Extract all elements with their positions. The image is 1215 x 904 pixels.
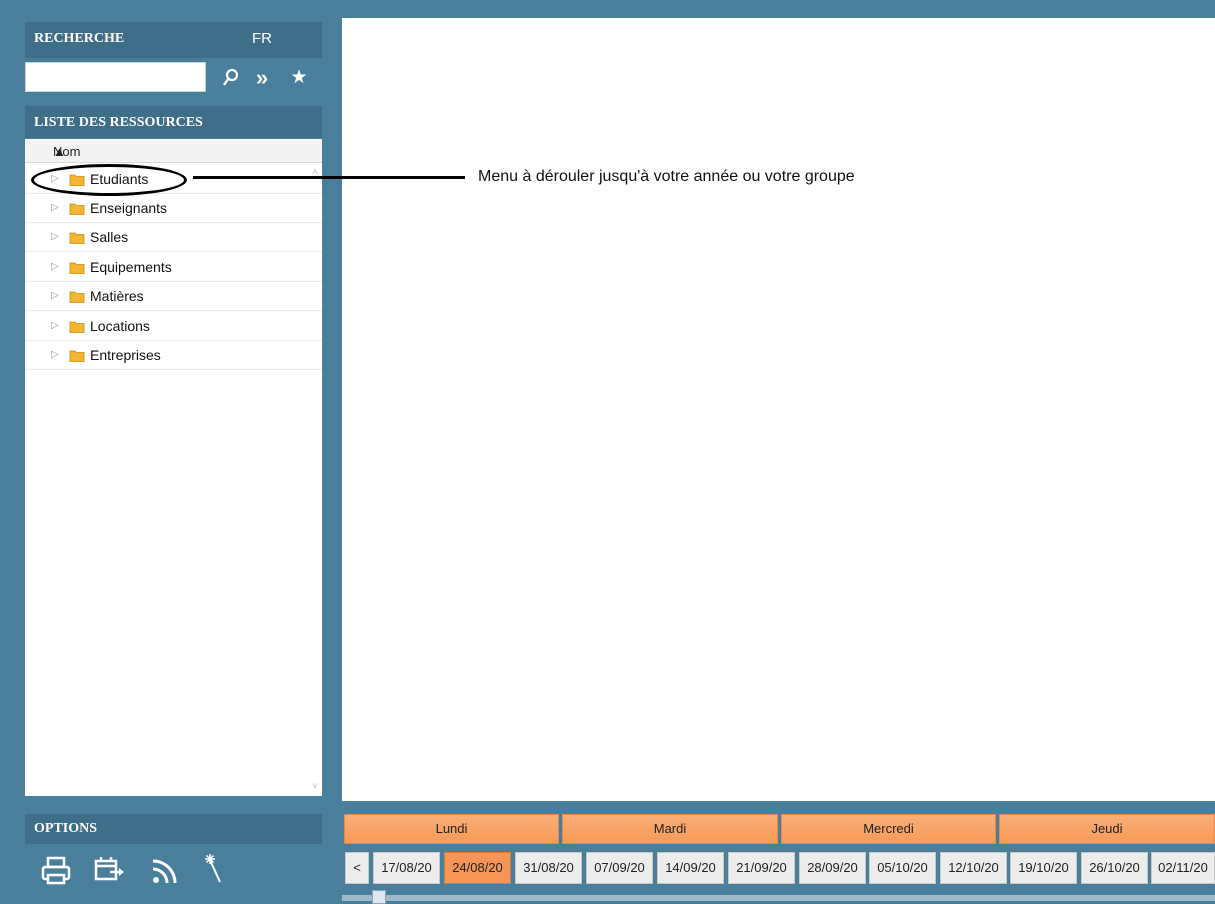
- week-button[interactable]: 21/09/20: [728, 852, 795, 884]
- callout-arrow-line: [193, 176, 465, 179]
- tree-item-label: Matières: [90, 288, 144, 304]
- resource-list-panel: Nom ▲ ˄ ˅ ▷ Etudiants ▷ Enseignants ▷ Sa…: [25, 139, 322, 796]
- sort-ascending-icon: ▲: [53, 144, 66, 159]
- language-selector[interactable]: FR: [252, 24, 272, 54]
- week-button-selected[interactable]: 24/08/20: [444, 852, 511, 884]
- tree-item-entreprises[interactable]: ▷ Entreprises: [25, 341, 322, 370]
- search-title: RECHERCHE: [34, 31, 125, 46]
- folder-icon: [69, 232, 85, 244]
- tree-item-equipements[interactable]: ▷ Equipements: [25, 253, 322, 282]
- week-scrollbar-thumb[interactable]: [372, 890, 386, 904]
- advanced-search-button[interactable]: »: [248, 62, 276, 94]
- tree-item-label: Enseignants: [90, 200, 168, 216]
- folder-icon: [69, 291, 85, 303]
- tree-item-locations[interactable]: ▷ Locations: [25, 312, 322, 341]
- tree-item-label: Locations: [90, 318, 150, 334]
- tree-item-label: Salles: [90, 229, 129, 245]
- folder-icon: [69, 262, 85, 274]
- expand-triangle-icon[interactable]: ▷: [51, 261, 59, 272]
- day-header-mercredi[interactable]: Mercredi: [781, 814, 996, 844]
- week-button[interactable]: 02/11/20: [1151, 852, 1215, 884]
- week-scrollbar-track[interactable]: [342, 895, 1215, 901]
- search-input[interactable]: [25, 62, 206, 92]
- export-calendar-icon[interactable]: [92, 852, 132, 892]
- scroll-down-icon[interactable]: ˅: [312, 781, 318, 792]
- highlight-ellipse: [31, 164, 187, 196]
- week-button[interactable]: 31/08/20: [515, 852, 582, 884]
- options-section-title: OPTIONS: [25, 814, 322, 844]
- expand-triangle-icon[interactable]: ▷: [51, 231, 59, 242]
- tree-item-matieres[interactable]: ▷ Matières: [25, 282, 322, 311]
- week-button[interactable]: 28/09/20: [799, 852, 866, 884]
- day-header-jeudi[interactable]: Jeudi: [999, 814, 1215, 844]
- day-header-lundi[interactable]: Lundi: [344, 814, 559, 844]
- search-section-title: RECHERCHE: [25, 22, 322, 58]
- week-button[interactable]: 12/10/20: [940, 852, 1007, 884]
- column-header-nom[interactable]: Nom ▲: [25, 139, 322, 163]
- week-button[interactable]: 14/09/20: [657, 852, 724, 884]
- star-icon: ★: [290, 67, 308, 88]
- week-button[interactable]: 19/10/20: [1010, 852, 1077, 884]
- expand-triangle-icon[interactable]: ▷: [51, 320, 59, 331]
- tree-item-label: Equipements: [90, 259, 172, 275]
- magic-wand-icon[interactable]: [200, 852, 240, 892]
- week-button[interactable]: 17/08/20: [373, 852, 440, 884]
- expand-triangle-icon[interactable]: ▷: [51, 202, 59, 213]
- expand-triangle-icon[interactable]: ▷: [51, 349, 59, 360]
- week-button[interactable]: 05/10/20: [869, 852, 936, 884]
- resource-list-title: LISTE DES RESSOURCES: [25, 106, 322, 138]
- previous-weeks-button[interactable]: <: [345, 852, 369, 884]
- folder-icon: [69, 203, 85, 215]
- rss-icon[interactable]: [148, 852, 188, 892]
- expand-triangle-icon[interactable]: ▷: [51, 290, 59, 301]
- day-header-mardi[interactable]: Mardi: [562, 814, 778, 844]
- folder-icon: [69, 350, 85, 362]
- callout-annotation: Menu à dérouler jusqu'à votre année ou v…: [478, 168, 855, 185]
- print-icon[interactable]: [38, 852, 78, 892]
- main-content-area: [342, 18, 1215, 801]
- search-button[interactable]: [217, 62, 245, 94]
- week-button[interactable]: 07/09/20: [586, 852, 653, 884]
- tree-item-label: Entreprises: [90, 347, 161, 363]
- favorites-button[interactable]: ★: [285, 62, 313, 94]
- tree-item-salles[interactable]: ▷ Salles: [25, 223, 322, 252]
- week-button[interactable]: 26/10/20: [1081, 852, 1148, 884]
- tree-item-enseignants[interactable]: ▷ Enseignants: [25, 194, 322, 223]
- double-chevron-icon: »: [255, 65, 269, 90]
- search-icon: [223, 68, 239, 86]
- folder-icon: [69, 321, 85, 333]
